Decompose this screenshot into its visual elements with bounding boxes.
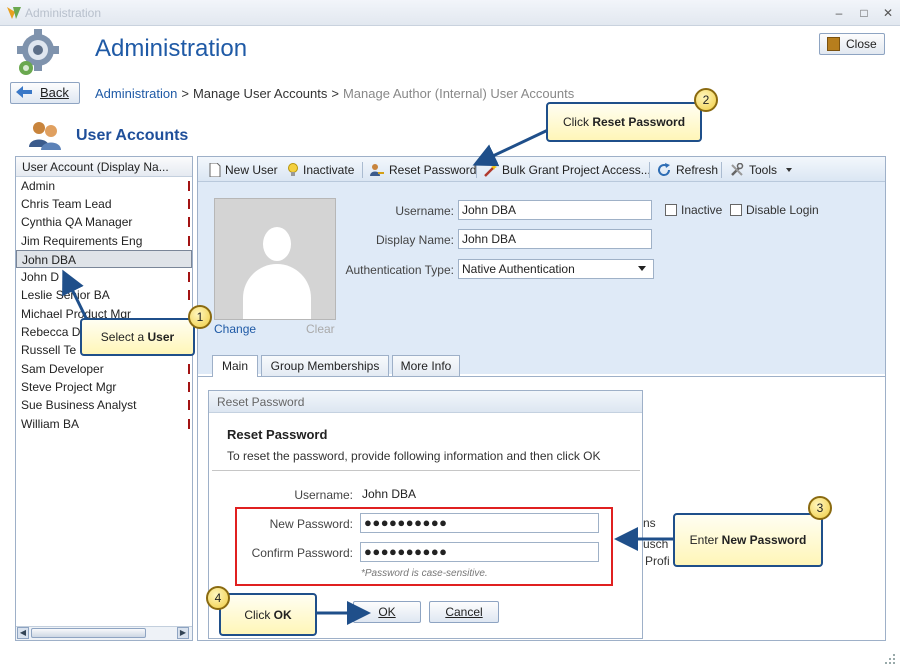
callout-bold: Reset Password — [592, 115, 686, 129]
callout-text: Select a — [100, 330, 148, 344]
callout-text: Click — [244, 607, 274, 622]
callout-bold: OK — [273, 607, 292, 622]
callout-ok: Click OK — [219, 593, 317, 636]
arrow-to-reset-password — [472, 128, 549, 167]
arrow-to-user — [62, 269, 90, 323]
resize-grip-icon[interactable] — [884, 653, 896, 665]
callout-reset-password: Click Reset Password — [546, 102, 702, 142]
callout-text: Click — [562, 115, 593, 129]
step-badge: 3 — [808, 496, 832, 520]
step-badge: 2 — [694, 88, 718, 112]
callout-bold: User — [147, 330, 175, 344]
step-badge: 1 — [188, 305, 212, 329]
callout-text: Enter — [689, 533, 722, 547]
callout-new-password: Enter New Password — [673, 513, 823, 567]
step-badge: 4 — [206, 586, 230, 610]
callout-select-user: Select a User — [80, 318, 195, 356]
callout-bold: New Password — [721, 533, 807, 547]
